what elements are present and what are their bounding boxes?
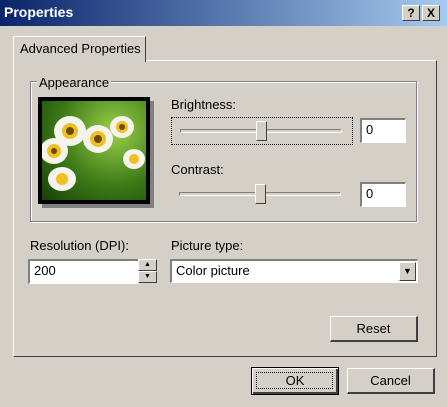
appearance-group-label: Appearance <box>37 75 112 90</box>
properties-dialog: Properties ? X Advanced Properties Appea… <box>0 0 447 407</box>
help-button[interactable]: ? <box>402 5 420 21</box>
contrast-slider-thumb[interactable] <box>255 184 266 204</box>
title-bar[interactable]: Properties ? X <box>0 0 447 26</box>
spin-up-icon[interactable]: ▲ <box>138 259 157 271</box>
ok-button[interactable]: OK <box>251 367 339 395</box>
window-title: Properties <box>4 4 74 20</box>
contrast-slider[interactable] <box>171 181 353 209</box>
resolution-label: Resolution (DPI): <box>30 238 129 253</box>
chevron-down-icon[interactable]: ▼ <box>399 262 416 281</box>
cancel-button[interactable]: Cancel <box>347 368 435 394</box>
ok-label: OK <box>285 373 305 388</box>
contrast-field[interactable]: 0 <box>360 182 406 207</box>
brightness-slider[interactable] <box>171 117 353 145</box>
spin-down-icon[interactable]: ▼ <box>138 271 157 283</box>
tab-advanced-properties[interactable]: Advanced Properties <box>13 36 146 62</box>
picture-type-value: Color picture <box>176 263 250 278</box>
reset-button[interactable]: Reset <box>330 316 418 342</box>
resolution-spinner: ▲ ▼ <box>138 259 157 284</box>
brightness-slider-thumb[interactable] <box>256 121 267 141</box>
tab-label: Advanced Properties <box>20 41 141 56</box>
picture-type-label: Picture type: <box>171 238 244 253</box>
brightness-field[interactable]: 0 <box>360 118 406 143</box>
brightness-label: Brightness: <box>171 97 237 112</box>
resolution-input[interactable]: 200 <box>28 259 139 284</box>
preview-image <box>42 101 146 200</box>
close-button[interactable]: X <box>422 5 440 21</box>
contrast-label: Contrast: <box>171 162 224 177</box>
picture-type-select[interactable]: Color picture ▼ <box>170 259 418 283</box>
